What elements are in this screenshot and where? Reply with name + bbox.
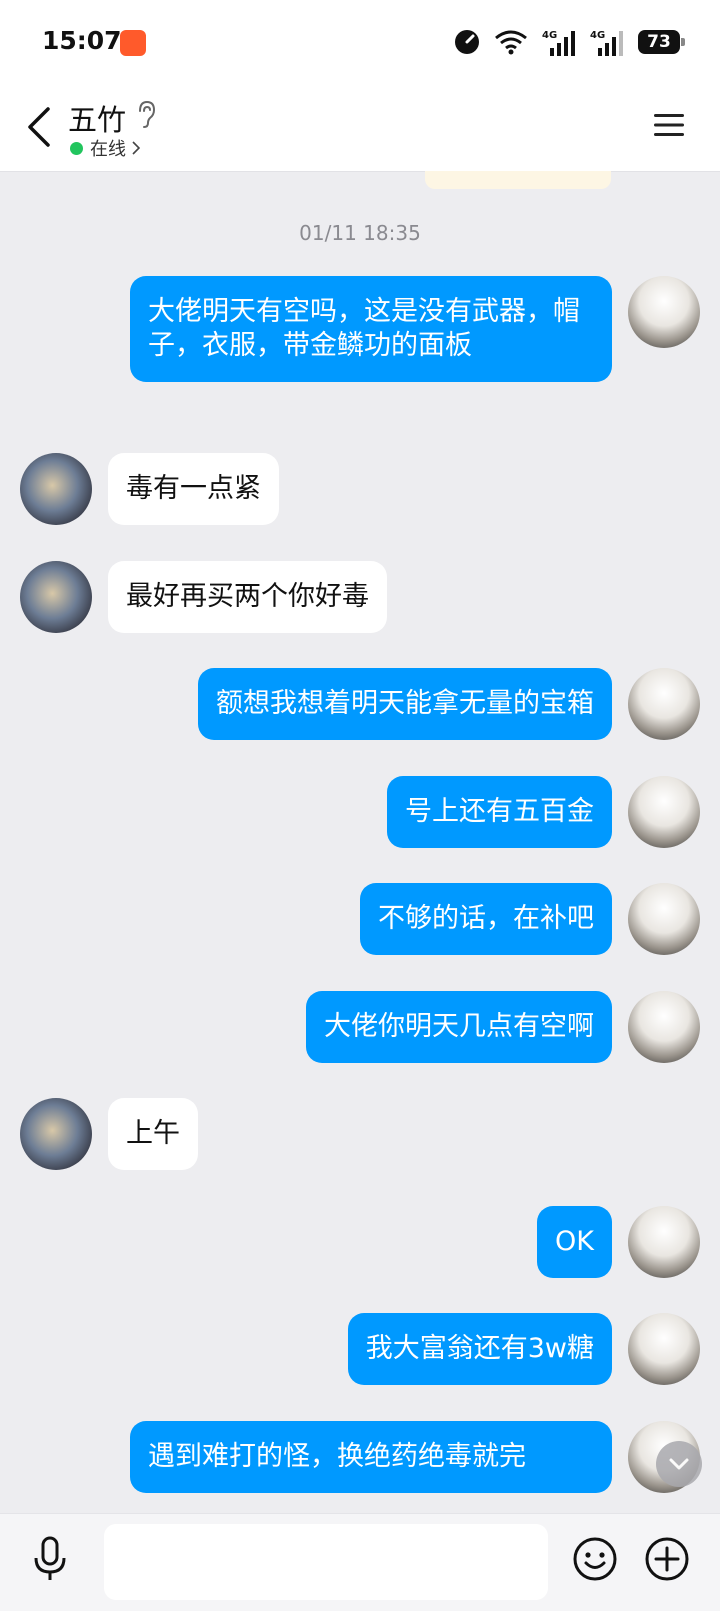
contact-avatar[interactable] bbox=[20, 561, 92, 633]
message-text: 上午 bbox=[126, 1118, 180, 1149]
wifi-icon bbox=[495, 30, 527, 55]
app-notification-icon bbox=[120, 30, 146, 56]
message-timestamp: 01/11 18:35 bbox=[299, 221, 421, 245]
my-avatar[interactable] bbox=[628, 883, 700, 955]
status-bar: 15:07 4G 4G 73 bbox=[0, 0, 720, 85]
sent-message-bubble[interactable]: 我大富翁还有3w糖 bbox=[347, 1313, 612, 1385]
message-text: 遇到难打的怪，换绝药绝毒就完 bbox=[148, 1441, 526, 1472]
sent-message-bubble[interactable]: 遇到难打的怪，换绝药绝毒就完 bbox=[130, 1421, 612, 1493]
message-list[interactable]: 01/11 18:35 大佬明天有空吗，这是没有武器，帽子，衣服，带金鳞功的面板… bbox=[0, 171, 720, 1513]
received-message-bubble[interactable]: 毒有一点紧 bbox=[108, 453, 279, 525]
back-arrow-icon[interactable] bbox=[24, 105, 54, 149]
speedometer-icon bbox=[455, 30, 479, 54]
message-text: 我大富翁还有3w糖 bbox=[365, 1333, 594, 1364]
my-avatar[interactable] bbox=[628, 776, 700, 848]
presence-label: 在线 bbox=[90, 139, 126, 160]
input-bar bbox=[0, 1513, 720, 1611]
sent-message-bubble[interactable]: 号上还有五百金 bbox=[387, 776, 612, 848]
emoji-icon[interactable] bbox=[572, 1536, 618, 1582]
battery-icon: 73 bbox=[638, 30, 685, 54]
contact-avatar[interactable] bbox=[20, 1098, 92, 1170]
status-icons: 4G 4G 73 bbox=[454, 26, 685, 58]
received-message-bubble[interactable]: 上午 bbox=[108, 1098, 198, 1170]
sent-message-bubble[interactable]: 大佬明天有空吗，这是没有武器，帽子，衣服，带金鳞功的面板 bbox=[130, 276, 612, 382]
my-avatar[interactable] bbox=[628, 991, 700, 1063]
message-text: OK bbox=[555, 1226, 594, 1257]
contact-name[interactable]: 五竹 bbox=[68, 97, 126, 139]
signal-icon-2: 4G bbox=[590, 30, 623, 56]
online-dot-icon bbox=[70, 141, 83, 155]
scroll-to-bottom-button[interactable] bbox=[656, 1441, 702, 1487]
message-text: 额想我想着明天能拿无量的宝箱 bbox=[216, 688, 594, 719]
presence-status[interactable]: 在线 bbox=[70, 135, 140, 161]
my-avatar[interactable] bbox=[628, 1313, 700, 1385]
message-text: 不够的话，在补吧 bbox=[378, 903, 594, 934]
chevron-right-icon bbox=[132, 141, 140, 155]
message-text: 号上还有五百金 bbox=[405, 796, 594, 827]
sent-message-bubble[interactable]: OK bbox=[537, 1206, 612, 1278]
signal-icon-1: 4G bbox=[542, 30, 575, 56]
status-time: 15:07 bbox=[42, 26, 122, 55]
message-text: 大佬你明天几点有空啊 bbox=[324, 1011, 594, 1042]
message-input[interactable] bbox=[104, 1524, 548, 1600]
message-text: 最好再买两个你好毒 bbox=[126, 581, 369, 612]
svg-text:4G: 4G bbox=[542, 30, 557, 41]
received-message-bubble[interactable]: 最好再买两个你好毒 bbox=[108, 561, 387, 633]
plus-icon[interactable] bbox=[644, 1536, 690, 1582]
sent-message-bubble[interactable]: 额想我想着明天能拿无量的宝箱 bbox=[198, 668, 612, 740]
svg-text:4G: 4G bbox=[590, 30, 605, 41]
message-text: 毒有一点紧 bbox=[126, 473, 261, 504]
my-avatar[interactable] bbox=[628, 276, 700, 348]
chat-header: 五竹 在线 bbox=[0, 85, 720, 172]
sent-message-bubble[interactable]: 不够的话，在补吧 bbox=[360, 883, 612, 955]
menu-icon[interactable] bbox=[652, 109, 686, 141]
contact-avatar[interactable] bbox=[20, 453, 92, 525]
message-text: 大佬明天有空吗，这是没有武器，帽子，衣服，带金鳞功的面板 bbox=[148, 296, 580, 361]
ear-icon bbox=[139, 100, 156, 128]
microphone-icon[interactable] bbox=[30, 1534, 70, 1584]
sent-message-bubble[interactable]: 大佬你明天几点有空啊 bbox=[306, 991, 612, 1063]
my-avatar[interactable] bbox=[628, 668, 700, 740]
chevron-down-icon bbox=[669, 1458, 689, 1470]
previous-image-message[interactable] bbox=[425, 171, 611, 189]
my-avatar[interactable] bbox=[628, 1206, 700, 1278]
